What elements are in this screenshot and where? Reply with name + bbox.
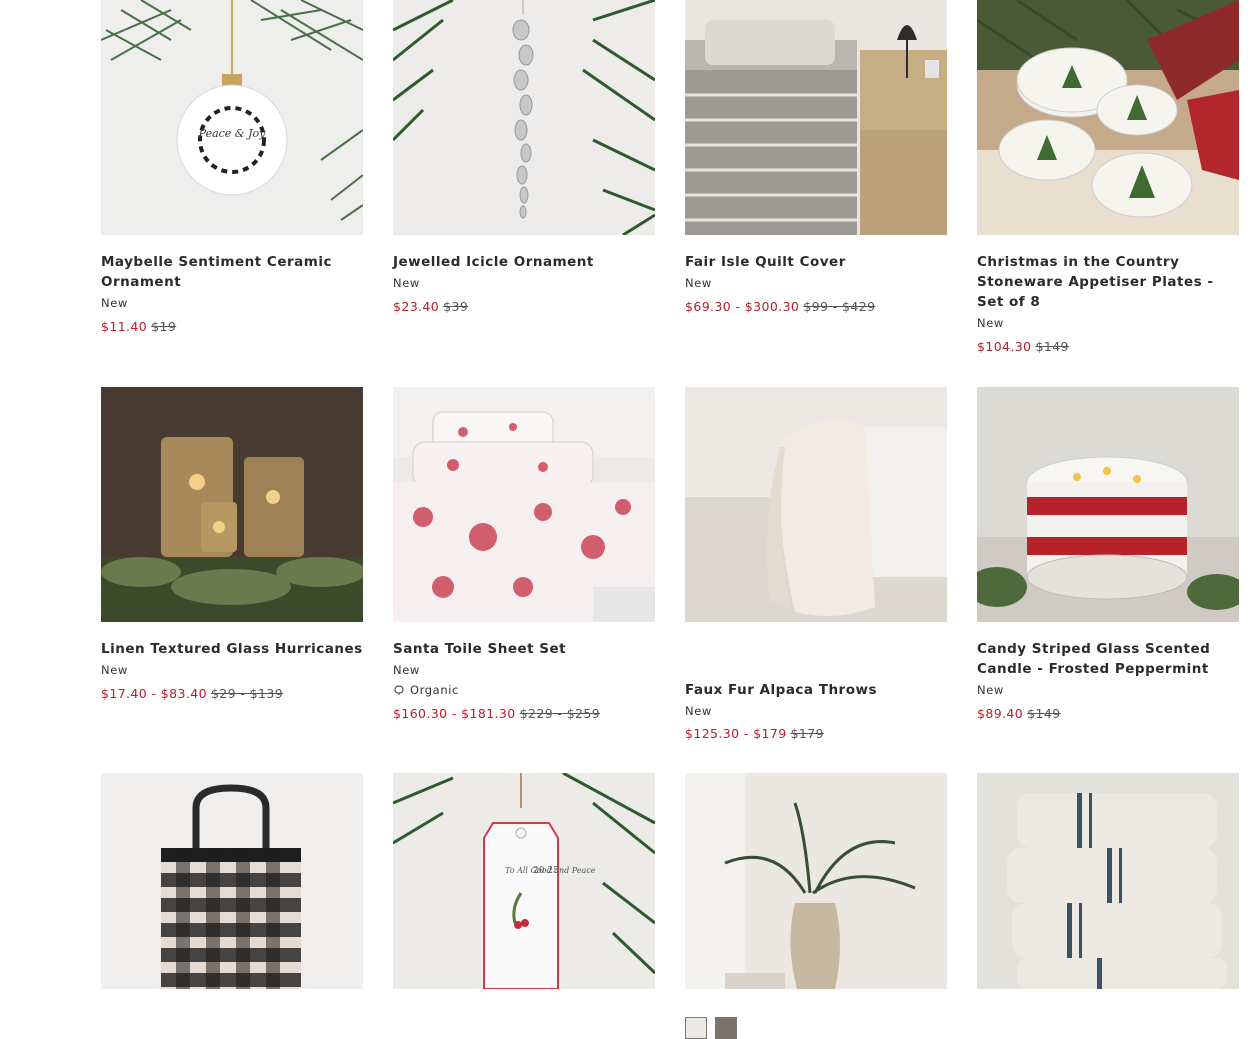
sale-price: $104.30 [977, 339, 1032, 354]
new-badge: New [685, 276, 712, 290]
product-title[interactable]: Christmas in the Country Stoneware Appet… [977, 252, 1239, 312]
ornament-lettering: Peace & Joy [198, 127, 266, 140]
color-swatch-grey[interactable] [715, 1017, 737, 1039]
sale-price: $89.40 [977, 706, 1024, 721]
product-image-ornament[interactable]: Peace & Joy [101, 0, 363, 235]
price: $23.40 $39 [393, 299, 468, 314]
organic-label: Organic [410, 683, 459, 697]
product-title[interactable]: Faux Fur Alpaca Throws [685, 680, 947, 700]
cotton-icon [394, 685, 404, 695]
original-price: $229 - $259 [519, 706, 601, 721]
product-image-gift-tag[interactable]: To All Good and Peace 20 25 [393, 773, 655, 989]
product-title[interactable]: Santa Toile Sheet Set [393, 639, 655, 659]
new-badge: New [393, 276, 420, 290]
original-price: $99 - $429 [803, 299, 876, 314]
product-title[interactable]: Candy Striped Glass Scented Candle - Fro… [977, 639, 1239, 679]
product-image-quilt[interactable] [685, 0, 947, 235]
product-image-throws[interactable] [685, 387, 947, 622]
price: $125.30 - $179 $179 [685, 726, 824, 741]
new-badge: New [101, 296, 128, 310]
new-badge: New [977, 316, 1004, 330]
product-image-plates[interactable] [977, 0, 1239, 235]
new-badge: New [977, 683, 1004, 697]
sale-price: $11.40 [101, 319, 148, 334]
sale-price: $23.40 [393, 299, 440, 314]
sale-price: $160.30 - $181.30 [393, 706, 516, 721]
original-price: $149 [1027, 706, 1061, 721]
price: $11.40 $19 [101, 319, 176, 334]
color-swatch-ivory[interactable] [685, 1017, 707, 1039]
product-image-hurricanes[interactable] [101, 387, 363, 622]
product-image-sheets[interactable] [393, 387, 655, 622]
original-price: $149 [1035, 339, 1069, 354]
original-price: $179 [790, 726, 824, 741]
organic-badge: Organic [393, 683, 459, 697]
original-price: $29 - $139 [210, 686, 284, 701]
new-badge: New [393, 663, 420, 677]
sale-price: $17.40 - $83.40 [101, 686, 207, 701]
product-image-cushions[interactable] [977, 773, 1239, 989]
product-title[interactable]: Linen Textured Glass Hurricanes [101, 639, 363, 659]
original-price: $39 [443, 299, 469, 314]
product-title[interactable]: Fair Isle Quilt Cover [685, 252, 947, 272]
price: $17.40 - $83.40 $29 - $139 [101, 686, 283, 701]
tag-year: 20 25 [533, 866, 559, 876]
product-title[interactable]: Jewelled Icicle Ornament [393, 252, 655, 272]
new-badge: New [685, 704, 712, 718]
new-badge: New [101, 663, 128, 677]
price: $69.30 - $300.30 $99 - $429 [685, 299, 875, 314]
product-title[interactable]: Maybelle Sentiment Ceramic Ornament [101, 252, 363, 292]
original-price: $19 [151, 319, 177, 334]
sale-price: $125.30 - $179 [685, 726, 787, 741]
sale-price: $69.30 - $300.30 [685, 299, 800, 314]
price: $160.30 - $181.30 $229 - $259 [393, 706, 600, 721]
price: $89.40 $149 [977, 706, 1061, 721]
price: $104.30 $149 [977, 339, 1069, 354]
product-image-branch-vase[interactable] [685, 773, 947, 989]
product-image-icicle[interactable] [393, 0, 655, 235]
product-image-candle[interactable] [977, 387, 1239, 622]
product-image-tote[interactable] [101, 773, 363, 989]
